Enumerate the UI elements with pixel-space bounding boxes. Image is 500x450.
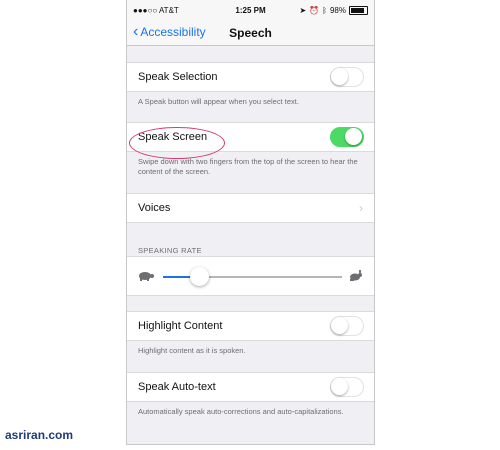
toggle-knob: [331, 68, 348, 85]
status-bar: ●●●○○ AT&T 1:25 PM ➤ ⏰ ᛒ 98%: [127, 0, 374, 20]
speaking-rate-row: [127, 256, 374, 296]
battery-percent: 98%: [329, 6, 346, 15]
chevron-right-icon: ›: [359, 201, 363, 215]
speak-auto-text-toggle[interactable]: [330, 377, 364, 397]
voices-row[interactable]: Voices ›: [127, 193, 374, 223]
toggle-knob: [331, 317, 348, 334]
phone-screen: ●●●○○ AT&T 1:25 PM ➤ ⏰ ᛒ 98% ‹ Accessibi…: [126, 0, 375, 445]
speak-auto-text-row[interactable]: Speak Auto-text: [127, 372, 374, 402]
location-icon: ➤: [299, 6, 307, 15]
highlight-content-footer: Highlight content as it is spoken.: [138, 346, 246, 355]
voices-label: Voices: [138, 202, 171, 214]
watermark: asriran.com: [5, 428, 74, 442]
battery-icon: [349, 6, 368, 15]
turtle-icon: [139, 272, 154, 281]
speak-selection-footer: A Speak button will appear when you sele…: [138, 97, 299, 106]
highlight-content-label: Highlight Content: [138, 320, 223, 332]
speak-auto-text-footer: Automatically speak auto-corrections and…: [138, 407, 344, 416]
bluetooth-icon: ᛒ: [322, 6, 327, 15]
highlight-content-row[interactable]: Highlight Content: [127, 311, 374, 341]
toggle-knob: [331, 378, 348, 395]
speak-selection-label: Speak Selection: [138, 71, 218, 83]
highlight-annotation: [129, 127, 225, 159]
speaking-rate-slider[interactable]: [163, 267, 342, 286]
speak-screen-footer: Swipe down with two fingers from the top…: [138, 157, 358, 176]
speaking-rate-header: SPEAKING RATE: [138, 246, 202, 255]
page-title: Speech: [229, 26, 272, 40]
toggle-knob: [345, 128, 362, 145]
speak-auto-text-label: Speak Auto-text: [138, 381, 216, 393]
alarm-icon: ⏰: [309, 6, 320, 15]
speak-selection-row[interactable]: Speak Selection: [127, 62, 374, 92]
highlight-content-toggle[interactable]: [330, 316, 364, 336]
slider-thumb[interactable]: [189, 267, 209, 286]
speak-selection-toggle[interactable]: [330, 67, 364, 87]
status-right: ➤ ⏰ ᛒ 98%: [299, 6, 368, 15]
hare-icon: [350, 270, 362, 281]
speak-screen-toggle[interactable]: [330, 127, 364, 147]
navigation-bar: ‹ Accessibility Speech: [127, 20, 374, 46]
